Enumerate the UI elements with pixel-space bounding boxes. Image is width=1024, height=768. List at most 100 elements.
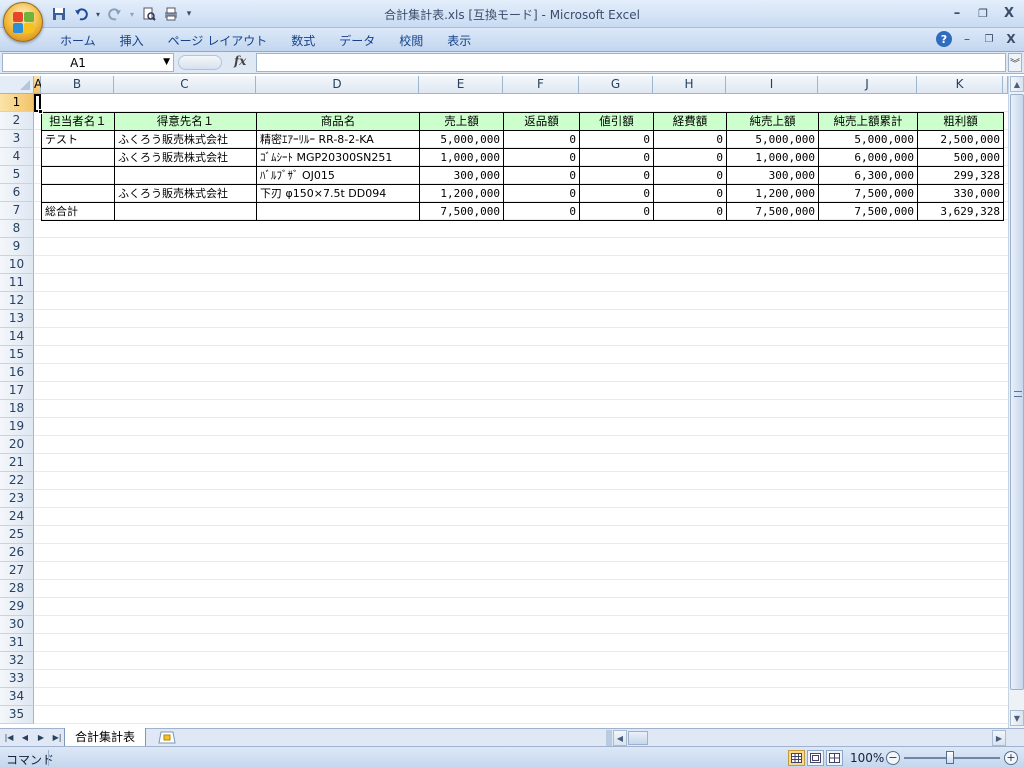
zoom-slider-thumb[interactable]	[946, 751, 954, 764]
office-button[interactable]	[3, 2, 43, 42]
chevron-down-icon[interactable]: ▼	[163, 57, 170, 67]
insert-function-icon[interactable]: fx	[234, 54, 246, 68]
row-header-15[interactable]: 15	[0, 346, 34, 364]
row-header-23[interactable]: 23	[0, 490, 34, 508]
tab-review[interactable]: 校閲	[387, 32, 435, 50]
row-header-21[interactable]: 21	[0, 454, 34, 472]
column-header-b[interactable]: B	[41, 76, 114, 94]
header-cell[interactable]: 得意先名１	[114, 112, 257, 131]
zoom-level[interactable]: 100%	[850, 751, 884, 765]
total-cell[interactable]: 総合計	[41, 202, 115, 221]
tab-home[interactable]: ホーム	[48, 32, 108, 50]
total-cell[interactable]: 7,500,000	[419, 202, 504, 221]
tab-insert[interactable]: 挿入	[108, 32, 156, 50]
zoom-out-button[interactable]: −	[886, 751, 900, 765]
page-layout-view-button[interactable]	[807, 750, 824, 766]
column-header-c[interactable]: C	[114, 76, 256, 94]
data-cell[interactable]: テスト	[41, 130, 115, 149]
tab-formulas[interactable]: 数式	[279, 32, 327, 50]
header-cell[interactable]: 担当者名１	[41, 112, 115, 131]
total-cell[interactable]: 0	[653, 202, 727, 221]
row-header-22[interactable]: 22	[0, 472, 34, 490]
scroll-down-button[interactable]: ▼	[1010, 710, 1024, 726]
data-cell[interactable]: 1,200,000	[726, 184, 819, 203]
data-cell[interactable]: ｺﾞﾑｼｰﾄ MGP20300SN251	[256, 148, 420, 167]
vertical-scroll-thumb[interactable]	[1010, 94, 1024, 690]
row-header-10[interactable]: 10	[0, 256, 34, 274]
select-all-button[interactable]	[0, 76, 34, 94]
first-sheet-button[interactable]: |◀	[2, 730, 16, 745]
next-sheet-button[interactable]: ▶	[34, 730, 48, 745]
data-cell[interactable]: 0	[579, 148, 654, 167]
row-header-5[interactable]: 5	[0, 166, 34, 184]
header-cell[interactable]: 純売上額	[726, 112, 819, 131]
name-box[interactable]: A1 ▼	[2, 53, 174, 72]
row-header-27[interactable]: 27	[0, 562, 34, 580]
data-cell[interactable]	[114, 166, 257, 185]
column-header-h[interactable]: H	[653, 76, 726, 94]
row-header-1[interactable]: 1	[0, 94, 34, 112]
row-header-11[interactable]: 11	[0, 274, 34, 292]
data-cell[interactable]: 0	[653, 184, 727, 203]
horizontal-scroll-thumb[interactable]	[628, 731, 648, 745]
row-header-35[interactable]: 35	[0, 706, 34, 724]
column-header-k[interactable]: K	[917, 76, 1003, 94]
sheet-tab-active[interactable]: 合計集計表	[64, 728, 147, 747]
data-cell[interactable]: 0	[579, 184, 654, 203]
data-cell[interactable]: 7,500,000	[818, 184, 918, 203]
row-header-14[interactable]: 14	[0, 328, 34, 346]
row-header-2[interactable]: 2	[0, 112, 34, 130]
restore-button[interactable]: ❐	[974, 4, 992, 22]
row-header-16[interactable]: 16	[0, 364, 34, 382]
row-header-34[interactable]: 34	[0, 688, 34, 706]
header-cell[interactable]: 商品名	[256, 112, 420, 131]
column-header-e[interactable]: E	[419, 76, 503, 94]
data-cell[interactable]: 500,000	[917, 148, 1004, 167]
row-header-20[interactable]: 20	[0, 436, 34, 454]
data-cell[interactable]: 299,328	[917, 166, 1004, 185]
row-header-29[interactable]: 29	[0, 598, 34, 616]
row-header-8[interactable]: 8	[0, 220, 34, 238]
data-cell[interactable]	[41, 184, 115, 203]
vertical-scrollbar[interactable]: ▲ ▼	[1008, 76, 1024, 728]
row-header-4[interactable]: 4	[0, 148, 34, 166]
prev-sheet-button[interactable]: ◀	[18, 730, 32, 745]
data-cell[interactable]: 6,300,000	[818, 166, 918, 185]
column-header-j[interactable]: J	[818, 76, 917, 94]
total-cell[interactable]	[114, 202, 257, 221]
tab-view[interactable]: 表示	[435, 32, 483, 50]
row-header-7[interactable]: 7	[0, 202, 34, 220]
page-break-view-button[interactable]	[826, 750, 843, 766]
data-cell[interactable]	[41, 166, 115, 185]
total-cell[interactable]: 7,500,000	[726, 202, 819, 221]
row-header-6[interactable]: 6	[0, 184, 34, 202]
row-header-28[interactable]: 28	[0, 580, 34, 598]
tab-page-layout[interactable]: ページ レイアウト	[156, 32, 280, 50]
row-header-3[interactable]: 3	[0, 130, 34, 148]
data-cell[interactable]: ふくろう販売株式会社	[114, 148, 257, 167]
formula-input[interactable]	[256, 53, 1006, 72]
column-header-f[interactable]: F	[503, 76, 579, 94]
zoom-in-button[interactable]: +	[1004, 751, 1018, 765]
data-cell[interactable]: 0	[653, 166, 727, 185]
tab-data[interactable]: データ	[327, 32, 387, 50]
row-header-26[interactable]: 26	[0, 544, 34, 562]
tab-split-handle[interactable]	[606, 730, 612, 746]
data-cell[interactable]: 0	[579, 130, 654, 149]
header-cell[interactable]: 純売上額累計	[818, 112, 918, 131]
header-cell[interactable]: 売上額	[419, 112, 504, 131]
column-header-i[interactable]: I	[726, 76, 818, 94]
data-cell[interactable]: 5,000,000	[419, 130, 504, 149]
row-header-19[interactable]: 19	[0, 418, 34, 436]
row-header-25[interactable]: 25	[0, 526, 34, 544]
data-cell[interactable]: ﾊﾞﾙﾌﾞｻﾞ OJ015	[256, 166, 420, 185]
help-icon[interactable]: ?	[936, 31, 952, 47]
data-cell[interactable]: 300,000	[419, 166, 504, 185]
row-header-9[interactable]: 9	[0, 238, 34, 256]
data-cell[interactable]: 0	[503, 130, 580, 149]
header-cell[interactable]: 値引額	[579, 112, 654, 131]
minimize-button[interactable]: –	[948, 4, 966, 22]
scroll-up-button[interactable]: ▲	[1010, 76, 1024, 92]
total-cell[interactable]	[256, 202, 420, 221]
worksheet-grid[interactable]: A B C D E F G H I J K 1 2 3 4 5 6 7 8 9 10 11 12 13 14 15 16 17 18 19…	[0, 76, 1008, 728]
